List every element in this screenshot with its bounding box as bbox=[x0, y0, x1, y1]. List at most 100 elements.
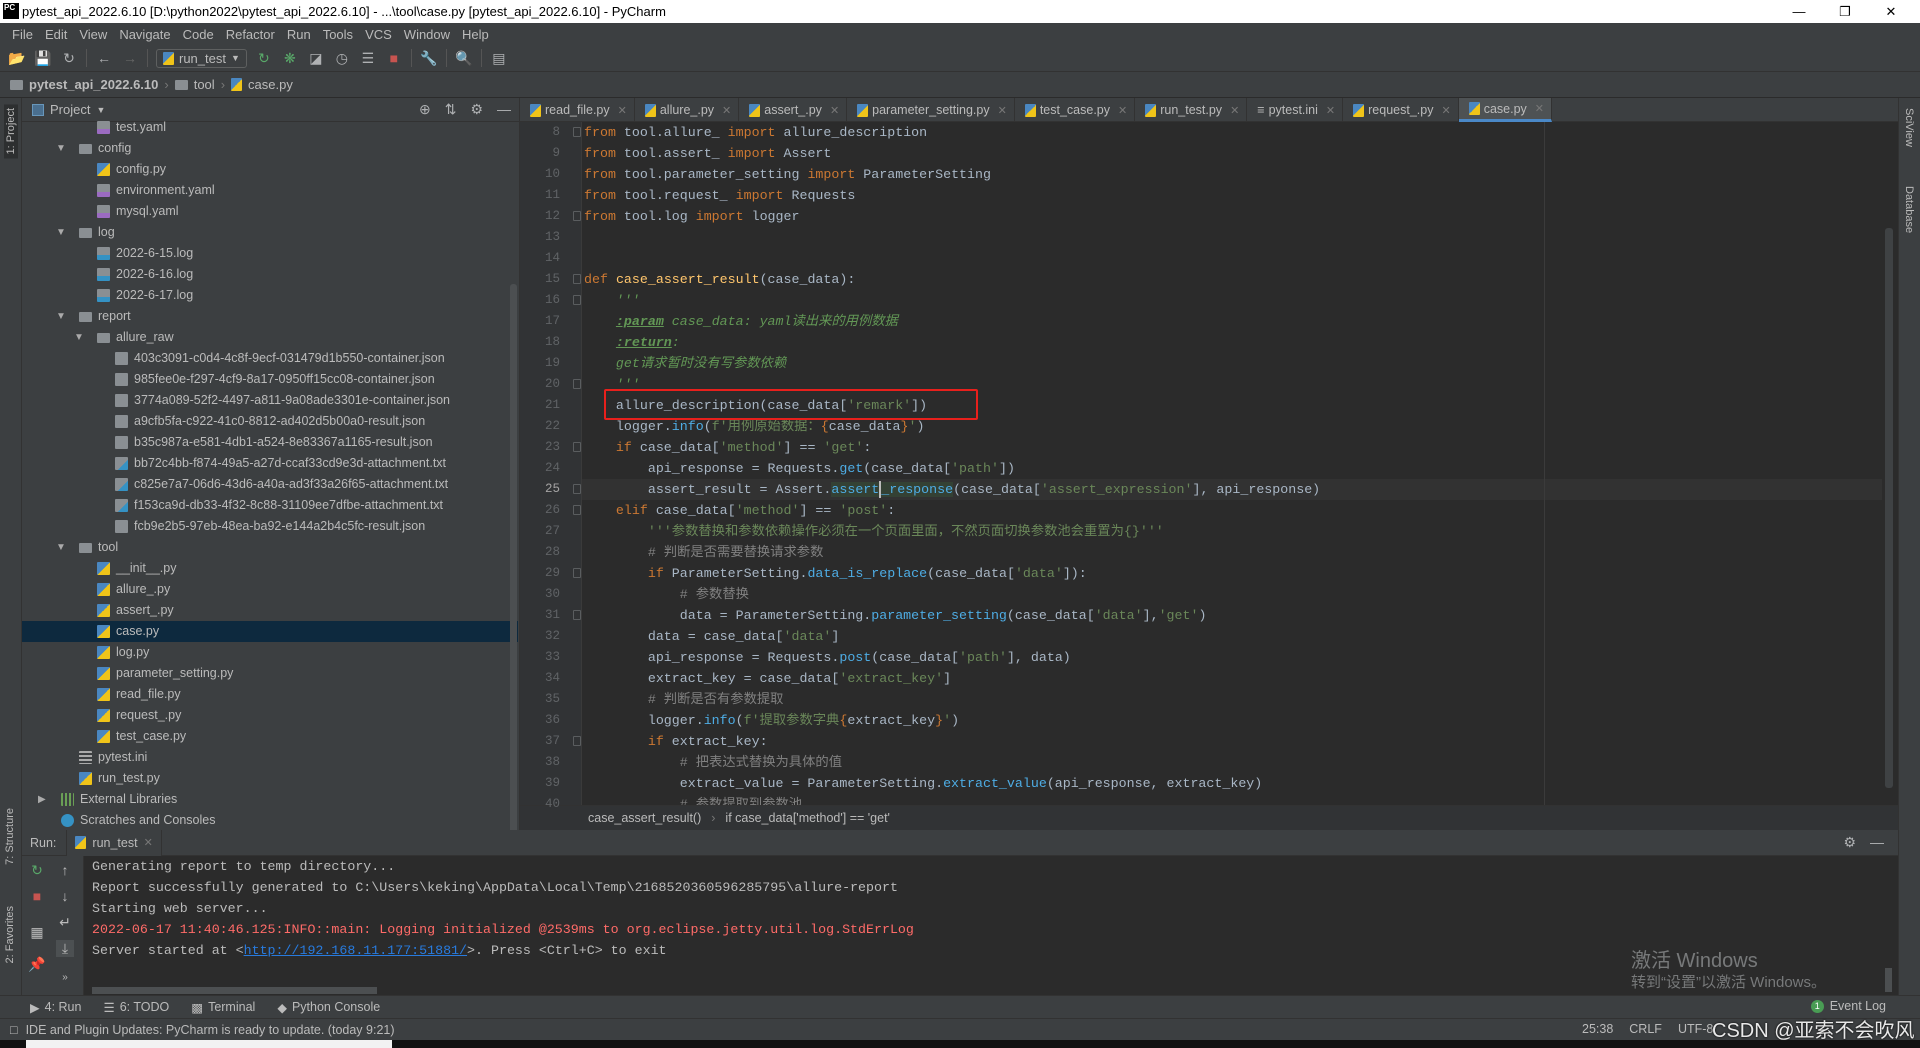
tree-item[interactable]: mysql.yaml bbox=[22, 201, 518, 222]
fold-marker-icon[interactable] bbox=[573, 274, 581, 284]
expanded-arrow-icon[interactable]: ▼ bbox=[74, 327, 84, 348]
tree-item[interactable]: 2022-6-16.log bbox=[22, 264, 518, 285]
close-icon[interactable]: ✕ bbox=[144, 836, 153, 849]
tree-item[interactable]: config.py bbox=[22, 159, 518, 180]
crumb-condition[interactable]: if case_data['method'] == 'get' bbox=[725, 811, 890, 825]
sciview-tool-button[interactable]: SciView bbox=[1903, 108, 1915, 147]
pin-icon[interactable]: 📌 bbox=[28, 956, 46, 973]
caret-position[interactable]: 25:38 bbox=[1582, 1022, 1613, 1036]
collapsed-arrow-icon[interactable]: ▶ bbox=[38, 789, 46, 810]
minimize-icon[interactable]: — bbox=[497, 101, 511, 118]
tree-item[interactable]: read_file.py bbox=[22, 684, 518, 705]
fold-marker-icon[interactable] bbox=[573, 484, 581, 494]
back-icon[interactable]: ← bbox=[95, 50, 113, 66]
tree-item[interactable]: test.yaml bbox=[22, 117, 518, 138]
forward-icon[interactable]: → bbox=[121, 50, 139, 66]
minimize-button[interactable]: — bbox=[1776, 0, 1822, 23]
tab-assert-py[interactable]: assert_.py ✕ bbox=[739, 98, 848, 122]
stop-icon[interactable]: ■ bbox=[28, 888, 46, 904]
fold-marker-icon[interactable] bbox=[573, 211, 581, 221]
more-icon[interactable]: » bbox=[56, 972, 74, 983]
collapse-all-icon[interactable]: ⇅ bbox=[445, 101, 457, 118]
close-tab-icon[interactable]: ✕ bbox=[722, 104, 731, 117]
run-console[interactable]: Generating report to temp directory... Re… bbox=[84, 856, 1898, 995]
line-separator[interactable]: CRLF bbox=[1629, 1022, 1662, 1036]
close-tab-icon[interactable]: ✕ bbox=[1230, 104, 1239, 117]
stop-icon[interactable]: ■ bbox=[385, 50, 403, 66]
profile-icon[interactable]: ◷ bbox=[333, 50, 351, 67]
locate-icon[interactable]: ⊕ bbox=[419, 101, 431, 118]
tree-item[interactable]: case.py bbox=[22, 621, 518, 642]
tree-item[interactable]: log.py bbox=[22, 642, 518, 663]
close-tab-icon[interactable]: ✕ bbox=[1441, 104, 1450, 117]
soft-wrap-icon[interactable]: ↵ bbox=[56, 914, 74, 931]
arrow-down-icon[interactable]: ↓ bbox=[56, 888, 74, 904]
project-scrollbar[interactable] bbox=[510, 284, 517, 924]
tree-item[interactable]: 403c3091-c0d4-4c8f-9ecf-031479d1b550-con… bbox=[22, 348, 518, 369]
restore-button[interactable]: ❐ bbox=[1822, 0, 1868, 23]
favorites-tool-button[interactable]: 2: Favorites bbox=[4, 906, 16, 963]
database-tool-button[interactable]: Database bbox=[1903, 186, 1915, 233]
fold-marker-icon[interactable] bbox=[573, 736, 581, 746]
concurrency-icon[interactable]: ☰ bbox=[359, 50, 377, 67]
run-config-dropdown[interactable]: run_test ▼ bbox=[156, 48, 247, 68]
menu-tools[interactable]: Tools bbox=[317, 27, 359, 42]
tree-item[interactable]: parameter_setting.py bbox=[22, 663, 518, 684]
sync-icon[interactable]: ↻ bbox=[60, 50, 78, 67]
tab-allure-py[interactable]: allure_.py ✕ bbox=[635, 98, 740, 122]
project-view-dropdown[interactable]: Project bbox=[50, 102, 90, 117]
code-editor[interactable]: from tool.allure_ import allure_descript… bbox=[582, 122, 1898, 805]
menu-run[interactable]: Run bbox=[281, 27, 317, 42]
close-tab-icon[interactable]: ✕ bbox=[1326, 104, 1335, 117]
todo-tool-tab[interactable]: ☰ 6: TODO bbox=[103, 1000, 169, 1015]
debug-icon[interactable]: ❋ bbox=[281, 50, 299, 67]
close-tab-icon[interactable]: ✕ bbox=[998, 104, 1007, 117]
rerun-icon[interactable]: ↻ bbox=[255, 50, 273, 67]
run-tab[interactable]: run_test ✕ bbox=[66, 829, 162, 856]
tree-item[interactable]: environment.yaml bbox=[22, 180, 518, 201]
tree-item[interactable]: ▼ tool bbox=[22, 537, 518, 558]
tree-item[interactable]: ▼ log bbox=[22, 222, 518, 243]
menu-code[interactable]: Code bbox=[177, 27, 220, 42]
close-tab-icon[interactable]: ✕ bbox=[1535, 102, 1544, 115]
close-tab-icon[interactable]: ✕ bbox=[1118, 104, 1127, 117]
tree-item[interactable]: ▼ config bbox=[22, 138, 518, 159]
expanded-arrow-icon[interactable]: ▼ bbox=[56, 537, 66, 558]
menu-navigate[interactable]: Navigate bbox=[113, 27, 176, 42]
tree-item[interactable]: c825e7a7-06d6-43d6-a40a-ad3f33a26f65-att… bbox=[22, 474, 518, 495]
scroll-to-end-icon[interactable]: ⤓ bbox=[56, 940, 74, 957]
run-tool-tab[interactable]: ▶ 4: Run bbox=[30, 1000, 81, 1015]
tree-item[interactable]: f153ca9d-db33-4f32-8c88-31109ee7dfbe-att… bbox=[22, 495, 518, 516]
tree-item[interactable]: ▶ External Libraries bbox=[22, 789, 518, 810]
tree-item[interactable]: ▼ report bbox=[22, 306, 518, 327]
event-log-button[interactable]: 1 Event Log bbox=[1810, 999, 1886, 1013]
fold-marker-icon[interactable] bbox=[573, 379, 581, 389]
tree-item[interactable]: bb72c4bb-f874-49a5-a27d-ccaf33cd9e3d-att… bbox=[22, 453, 518, 474]
vcs-icon[interactable]: ▤ bbox=[490, 50, 508, 67]
fold-marker-icon[interactable] bbox=[573, 505, 581, 515]
open-folder-icon[interactable]: 📂 bbox=[8, 50, 26, 67]
fold-marker-icon[interactable] bbox=[573, 568, 581, 578]
breadcrumb-project[interactable]: pytest_api_2022.6.10 bbox=[29, 77, 158, 92]
rerun-icon[interactable]: ↻ bbox=[28, 862, 46, 879]
tree-item[interactable]: 2022-6-17.log bbox=[22, 285, 518, 306]
tree-item[interactable]: 985fee0e-f297-4cf9-8a17-0950ff15cc08-con… bbox=[22, 369, 518, 390]
tree-item[interactable]: assert_.py bbox=[22, 600, 518, 621]
layout-icon[interactable]: ▦ bbox=[28, 924, 46, 941]
gear-icon[interactable]: ⚙ bbox=[470, 101, 483, 118]
fold-marker-icon[interactable] bbox=[573, 442, 581, 452]
tree-item[interactable]: __init__.py bbox=[22, 558, 518, 579]
tab-pytest-ini[interactable]: ≡ pytest.ini ✕ bbox=[1247, 98, 1344, 122]
expanded-arrow-icon[interactable]: ▼ bbox=[56, 222, 66, 243]
expanded-arrow-icon[interactable]: ▼ bbox=[56, 138, 66, 159]
menu-edit[interactable]: Edit bbox=[39, 27, 73, 42]
fold-marker-icon[interactable] bbox=[573, 127, 581, 137]
tab-read-file-py[interactable]: read_file.py ✕ bbox=[520, 98, 635, 122]
breadcrumb-folder[interactable]: tool bbox=[194, 77, 215, 92]
search-icon[interactable]: 🔍 bbox=[455, 50, 473, 67]
arrow-up-icon[interactable]: ↑ bbox=[56, 862, 74, 878]
tab-run-test-py[interactable]: run_test.py ✕ bbox=[1135, 98, 1248, 122]
tree-item[interactable]: ▼ allure_raw bbox=[22, 327, 518, 348]
tree-item[interactable]: pytest.ini bbox=[22, 747, 518, 768]
tree-item[interactable]: b35c987a-e581-4db1-a524-8e83367a1165-res… bbox=[22, 432, 518, 453]
